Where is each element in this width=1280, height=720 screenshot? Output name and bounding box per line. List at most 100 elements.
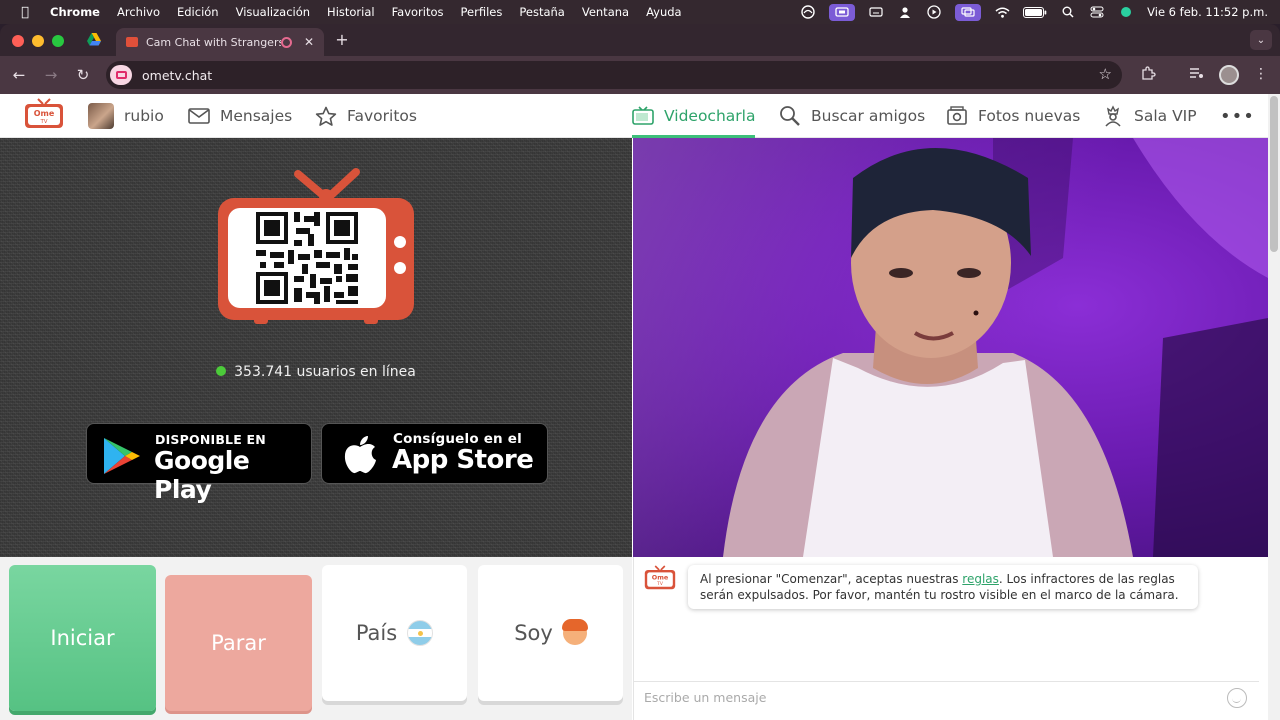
nav-messages[interactable]: Mensajes xyxy=(188,94,292,138)
menu-clock[interactable]: Vie 6 feb. 11:52 p.m. xyxy=(1147,5,1268,19)
google-play-big-text: Google Play xyxy=(154,446,250,504)
user-icon[interactable] xyxy=(897,5,913,19)
apple-menu-icon[interactable]:  xyxy=(14,5,36,20)
country-selector-button[interactable]: País xyxy=(322,565,467,701)
minimize-window-button[interactable] xyxy=(32,35,44,47)
macos-menu-bar:  Chrome Archivo Edición Visualización H… xyxy=(0,0,1280,24)
user-avatar xyxy=(88,103,114,129)
qr-code-tv-icon xyxy=(218,168,414,324)
screen-mirroring-icon[interactable] xyxy=(955,3,982,21)
spotlight-search-icon[interactable] xyxy=(1060,5,1076,19)
media-control-icon[interactable] xyxy=(1187,66,1205,83)
screen-record-icon[interactable] xyxy=(829,3,856,21)
menu-edicion[interactable]: Edición xyxy=(177,5,219,19)
static-noise-panel: 353.741 usuarios en línea DISPONIBLE EN … xyxy=(0,138,632,557)
stop-label: Parar xyxy=(211,631,266,655)
start-button[interactable]: Iniciar xyxy=(9,565,156,711)
nav-vip-room[interactable]: Sala VIP xyxy=(1102,94,1197,138)
nav-vip-label: Sala VIP xyxy=(1134,107,1197,125)
vip-person-icon xyxy=(1102,105,1124,127)
battery-icon[interactable] xyxy=(1023,5,1047,19)
menu-pestana[interactable]: Pestaña xyxy=(519,5,564,19)
emoji-picker-icon[interactable] xyxy=(1227,687,1247,708)
person-video-image xyxy=(723,138,1268,557)
stop-button[interactable]: Parar xyxy=(165,575,312,711)
chrome-menu-icon[interactable]: ⋮ xyxy=(1252,66,1270,82)
control-center-icon[interactable] xyxy=(1089,5,1105,19)
google-play-button[interactable]: DISPONIBLE EN Google Play xyxy=(86,423,312,504)
ometv-logo[interactable]: Ome TV xyxy=(24,98,64,130)
browser-window: Cam Chat with Strangers ✕ + ⌄ ← → ↻ omet… xyxy=(0,24,1280,720)
status-app-icon[interactable] xyxy=(800,5,816,19)
nav-new-photos[interactable]: Fotos nuevas xyxy=(946,94,1080,138)
menu-ventana[interactable]: Ventana xyxy=(582,5,629,19)
ometv-chat-avatar-icon: Ome TV xyxy=(644,565,676,590)
svg-text:Ome: Ome xyxy=(34,109,55,118)
menu-archivo[interactable]: Archivo xyxy=(117,5,160,19)
forward-icon[interactable]: → xyxy=(42,66,60,84)
chat-panel: Ome TV Al presionar "Comenzar", aceptas … xyxy=(633,557,1259,720)
google-drive-icon[interactable] xyxy=(86,32,102,48)
partner-video-feed xyxy=(633,138,1268,557)
menu-perfiles[interactable]: Perfiles xyxy=(461,5,503,19)
address-bar[interactable]: ometv.chat ☆ xyxy=(106,61,1122,89)
boy-emoji-icon xyxy=(561,619,588,645)
start-label: Iniciar xyxy=(50,626,115,650)
wifi-icon[interactable] xyxy=(994,5,1010,19)
google-play-icon xyxy=(104,438,140,474)
nav-videochat-label: Videocharla xyxy=(664,107,756,125)
google-play-small-text: DISPONIBLE EN xyxy=(155,432,266,447)
nav-username: rubio xyxy=(124,107,164,125)
url-text[interactable]: ometv.chat xyxy=(142,68,212,83)
menu-historial[interactable]: Historial xyxy=(327,5,375,19)
more-options-icon[interactable]: ••• xyxy=(1220,106,1255,127)
rules-link[interactable]: reglas xyxy=(962,572,999,586)
menu-app-name[interactable]: Chrome xyxy=(50,5,100,19)
profile-avatar[interactable] xyxy=(1219,65,1239,85)
extensions-icon[interactable] xyxy=(1139,66,1157,85)
star-icon xyxy=(315,106,337,127)
web-page: Ome TV rubio Mensajes Favoritos Videocha… xyxy=(0,94,1280,720)
reload-icon[interactable]: ↻ xyxy=(74,66,92,84)
svg-text:TV: TV xyxy=(656,581,663,587)
nav-videochat[interactable]: Videocharla xyxy=(632,94,755,138)
app-store-big-text: App Store xyxy=(392,445,534,475)
country-label: País xyxy=(355,621,398,645)
nav-profile[interactable]: rubio xyxy=(88,94,164,138)
scrollbar-thumb[interactable] xyxy=(1270,96,1278,252)
gender-selector-button[interactable]: Soy xyxy=(478,565,623,701)
menu-visualizacion[interactable]: Visualización xyxy=(236,5,310,19)
bookmark-star-icon[interactable]: ☆ xyxy=(1099,65,1112,83)
site-navigation: Ome TV rubio Mensajes Favoritos Videocha… xyxy=(0,94,1268,138)
back-icon[interactable]: ← xyxy=(10,66,28,84)
site-info-icon[interactable] xyxy=(110,65,132,85)
nav-new-photos-label: Fotos nuevas xyxy=(978,107,1081,125)
siri-icon[interactable] xyxy=(1118,5,1134,19)
tab-search-button[interactable]: ⌄ xyxy=(1250,30,1272,50)
close-window-button[interactable] xyxy=(12,35,24,47)
system-message: Al presionar "Comenzar", aceptas nuestra… xyxy=(688,565,1198,609)
nav-favorites[interactable]: Favoritos xyxy=(315,94,417,138)
apple-logo-icon xyxy=(344,436,376,474)
active-tab[interactable]: Cam Chat with Strangers ✕ xyxy=(116,28,324,56)
close-tab-icon[interactable]: ✕ xyxy=(304,35,314,49)
nav-favorites-label: Favoritos xyxy=(347,107,417,125)
message-input-bar xyxy=(634,681,1259,713)
play-icon[interactable] xyxy=(926,5,942,19)
online-users-text: 353.741 usuarios en línea xyxy=(234,364,416,380)
photo-icon xyxy=(946,106,968,126)
page-scrollbar[interactable] xyxy=(1268,94,1280,720)
online-status-dot xyxy=(216,366,227,376)
message-input[interactable] xyxy=(644,682,1227,713)
new-tab-button[interactable]: + xyxy=(334,30,350,49)
tab-strip: Cam Chat with Strangers ✕ + ⌄ xyxy=(0,24,1280,56)
gender-label: Soy xyxy=(514,621,553,645)
fullscreen-window-button[interactable] xyxy=(52,35,64,47)
nav-messages-label: Mensajes xyxy=(220,107,293,125)
menu-favoritos[interactable]: Favoritos xyxy=(392,5,444,19)
app-store-button[interactable]: Consíguelo en el App Store xyxy=(321,423,548,484)
menu-ayuda[interactable]: Ayuda xyxy=(646,5,682,19)
tv-icon xyxy=(632,106,654,126)
keyboard-icon[interactable] xyxy=(868,5,884,19)
nav-find-friends[interactable]: Buscar amigos xyxy=(779,94,925,138)
